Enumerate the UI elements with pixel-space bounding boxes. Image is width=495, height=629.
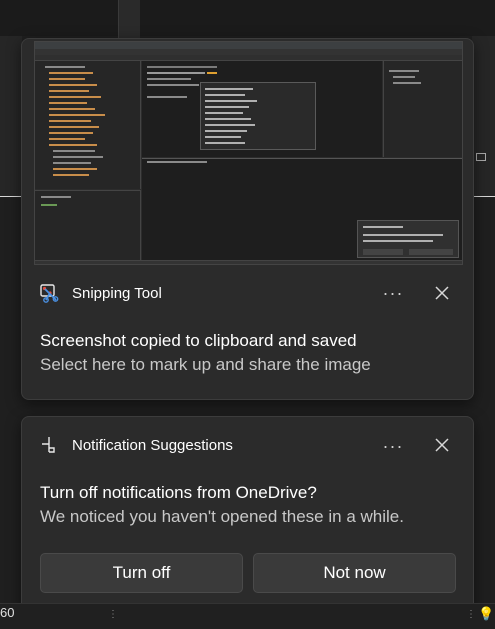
background-panel-left [0, 36, 22, 196]
lightbulb-icon[interactable]: 💡 [478, 606, 494, 622]
notification-body: We noticed you haven't opened these in a… [40, 507, 404, 526]
background-panel-right [472, 36, 495, 196]
close-icon[interactable] [433, 284, 451, 302]
notification-title: Turn off notifications from OneDrive? [40, 483, 317, 502]
notification-suggestions-card[interactable]: Notification Suggestions ··· Turn off no… [21, 416, 474, 612]
snipping-tool-icon [40, 284, 59, 303]
taskbar-separator: ⋮ [466, 609, 476, 620]
app-name: Snipping Tool [72, 284, 162, 302]
more-options-button[interactable]: ··· [379, 437, 407, 461]
more-options-button[interactable]: ··· [379, 284, 407, 308]
app-name: Notification Suggestions [72, 436, 233, 454]
maximize-icon [476, 153, 486, 161]
screenshot-thumbnail[interactable] [34, 41, 463, 265]
turn-off-button[interactable]: Turn off [40, 553, 243, 593]
taskbar [0, 603, 495, 629]
close-icon[interactable] [433, 436, 451, 454]
taskbar-text: 60 [0, 605, 15, 620]
notification-title: Screenshot copied to clipboard and saved [40, 331, 357, 350]
not-now-button[interactable]: Not now [253, 553, 456, 593]
notification-body[interactable]: Select here to mark up and share the ima… [40, 355, 371, 375]
snipping-tool-header: Snipping Tool [40, 283, 162, 303]
taskbar-separator: ⋮ [108, 609, 118, 620]
background-window-edge [118, 0, 140, 40]
background-window [0, 0, 495, 36]
notification-suggestions-icon [42, 437, 55, 453]
snipping-tool-notification[interactable]: Snipping Tool ··· Screenshot copied to c… [21, 38, 474, 400]
suggestions-header: Notification Suggestions [40, 435, 233, 455]
